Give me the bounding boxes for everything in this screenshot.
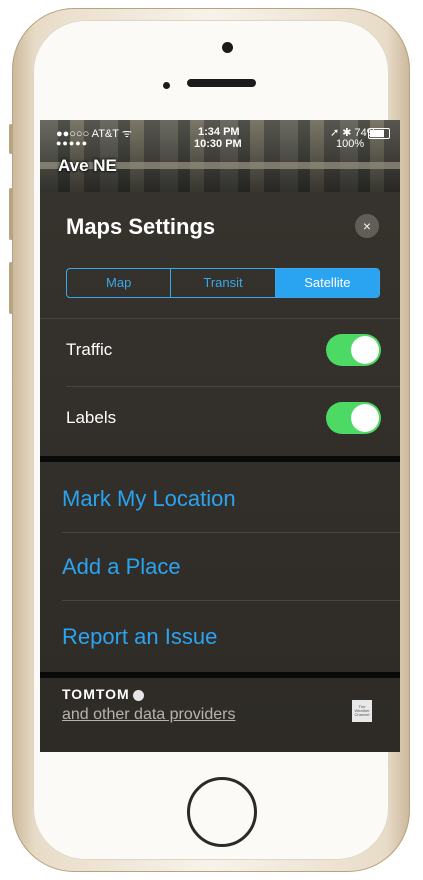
data-providers-link[interactable]: and other data providers — [62, 706, 235, 724]
toggle-knob — [351, 336, 379, 364]
map-type-selector: Map Transit Satellite — [66, 268, 380, 298]
volume-up-button — [9, 188, 13, 240]
phone-screen: ●●○○○ AT&T ᯤ ●●●●● 1:34 PM 10:30 PM ➚ ✱ … — [40, 120, 400, 752]
tomtom-logo: TOMTOM — [62, 686, 144, 702]
divider — [62, 532, 400, 533]
labels-toggle[interactable] — [326, 402, 381, 434]
earpiece-speaker — [187, 79, 256, 87]
front-camera — [222, 42, 233, 53]
mute-switch — [9, 124, 13, 154]
weather-channel-logo: The Weather Channel — [352, 700, 372, 722]
signal-dots: ●●●●● — [56, 138, 89, 148]
divider — [62, 600, 400, 601]
map-type-satellite[interactable]: Satellite — [275, 269, 379, 297]
status-bar: ●●○○○ AT&T ᯤ ●●●●● 1:34 PM 10:30 PM ➚ ✱ … — [40, 126, 400, 150]
toggle-knob — [351, 404, 379, 432]
divider — [66, 386, 400, 387]
maps-settings-panel: Maps Settings × Map Transit Satellite Tr… — [40, 192, 400, 752]
tomtom-brand-text: TOMTOM — [62, 686, 130, 702]
battery-icon — [368, 128, 390, 139]
traffic-toggle[interactable] — [326, 334, 381, 366]
divider — [40, 318, 400, 319]
add-a-place-link[interactable]: Add a Place — [62, 554, 181, 580]
status-time: 1:34 PM — [198, 126, 240, 138]
battery-percent-secondary: 100% — [336, 138, 365, 150]
globe-icon — [132, 689, 144, 701]
section-separator — [40, 456, 400, 462]
mark-my-location-link[interactable]: Mark My Location — [62, 486, 236, 512]
volume-down-button — [9, 262, 13, 314]
proximity-sensor — [163, 82, 170, 89]
map-type-map[interactable]: Map — [67, 269, 172, 297]
panel-title: Maps Settings — [66, 214, 216, 239]
close-button[interactable]: × — [355, 214, 379, 238]
report-an-issue-link[interactable]: Report an Issue — [62, 624, 217, 650]
status-time-secondary: 10:30 PM — [194, 138, 242, 150]
map-type-transit[interactable]: Transit — [171, 269, 276, 297]
traffic-label: Traffic — [66, 340, 113, 359]
home-button[interactable] — [187, 777, 257, 847]
street-label: Ave NE — [58, 156, 117, 175]
section-separator — [40, 672, 400, 678]
labels-label: Labels — [66, 408, 117, 427]
